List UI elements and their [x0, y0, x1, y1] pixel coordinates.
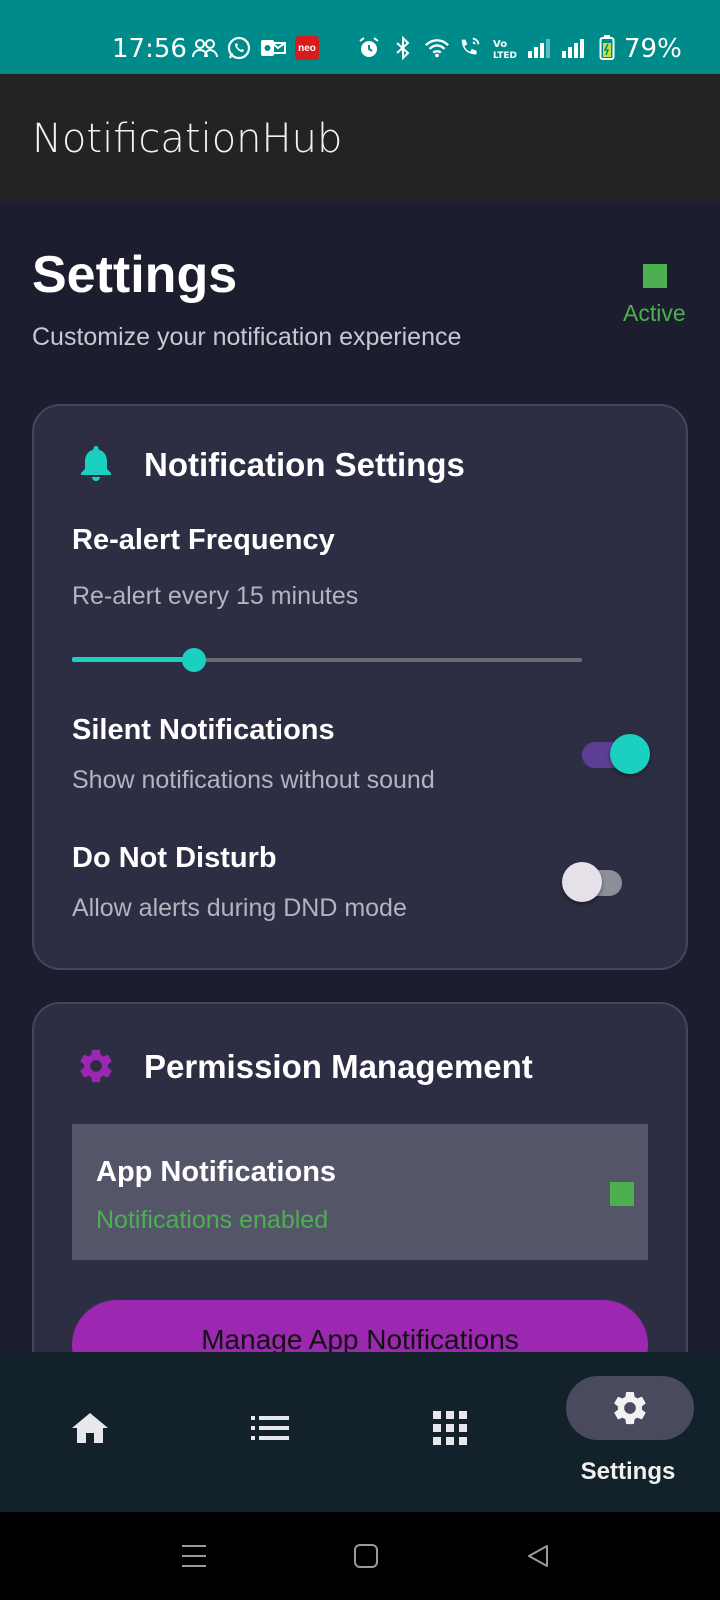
active-status-label: Active	[623, 300, 686, 326]
gear-icon	[610, 1388, 650, 1428]
home-icon	[70, 1408, 110, 1448]
status-time: 17:56	[112, 34, 187, 64]
svg-text:LTED: LTED	[493, 51, 517, 59]
svg-text:Vo: Vo	[493, 39, 507, 50]
battery-percentage: 79%	[624, 34, 682, 64]
signal-1-icon	[526, 36, 552, 60]
recent-apps-icon[interactable]	[176, 1538, 212, 1574]
status-notification-icons: neo	[192, 36, 320, 60]
nav-item-settings[interactable]: Settings	[558, 1352, 698, 1512]
app-bar: NotificationHub	[0, 74, 720, 202]
whatsapp-icon	[226, 36, 252, 60]
home-button-icon[interactable]	[348, 1538, 384, 1574]
slider-thumb[interactable]	[182, 648, 207, 672]
app-notifications-title: App Notifications	[96, 1156, 337, 1188]
permission-management-title: Permission Management	[144, 1048, 533, 1085]
volte-icon: Vo LTED	[492, 36, 518, 60]
battery-icon	[594, 35, 620, 60]
silent-notifications-description: Show notifications without sound	[72, 766, 435, 794]
do-not-disturb-toggle[interactable]	[562, 862, 628, 902]
silent-notifications-toggle[interactable]	[576, 734, 650, 774]
list-icon	[250, 1408, 290, 1448]
neo-app-icon: neo	[294, 36, 320, 60]
bottom-navigation: Settings	[0, 1352, 720, 1512]
alarm-icon	[356, 36, 382, 60]
page-subtitle: Customize your notification experience	[32, 323, 462, 351]
nav-active-indicator	[566, 1376, 694, 1440]
signal-2-icon	[560, 36, 586, 60]
outlook-icon	[260, 36, 286, 60]
app-notifications-status-indicator	[610, 1182, 634, 1206]
app-notifications-status: Notifications enabled	[96, 1206, 329, 1234]
nav-item-grid[interactable]	[380, 1352, 520, 1512]
notification-settings-title: Notification Settings	[144, 446, 465, 483]
back-icon[interactable]	[520, 1538, 556, 1574]
nav-item-list[interactable]	[200, 1352, 340, 1512]
wifi-icon	[424, 36, 450, 60]
slider-fill	[72, 657, 195, 662]
do-not-disturb-description: Allow alerts during DND mode	[72, 894, 407, 922]
silent-notifications-label: Silent Notifications	[72, 714, 335, 746]
app-notifications-panel: App Notifications Notifications enabled	[72, 1124, 648, 1260]
status-system-icons: Vo LTED	[356, 35, 620, 60]
active-status-indicator	[643, 264, 667, 288]
bluetooth-icon	[390, 36, 416, 60]
do-not-disturb-label: Do Not Disturb	[72, 842, 277, 874]
bell-icon	[76, 442, 116, 482]
page-title: Settings	[32, 246, 238, 304]
system-navigation-bar	[0, 1512, 720, 1600]
realert-frequency-value: Re-alert every 15 minutes	[72, 582, 359, 610]
gear-icon	[76, 1046, 116, 1086]
realert-frequency-slider[interactable]	[72, 645, 582, 675]
grid-icon	[430, 1408, 470, 1448]
app-title: NotificationHub	[32, 116, 343, 162]
status-bar: 17:56 neo Vo LTED 79%	[0, 0, 720, 74]
nav-label-settings: Settings	[580, 1458, 676, 1485]
group-icon	[192, 36, 218, 60]
wifi-calling-icon	[458, 36, 484, 60]
nav-item-home[interactable]	[20, 1352, 160, 1512]
realert-frequency-label: Re-alert Frequency	[72, 524, 335, 556]
